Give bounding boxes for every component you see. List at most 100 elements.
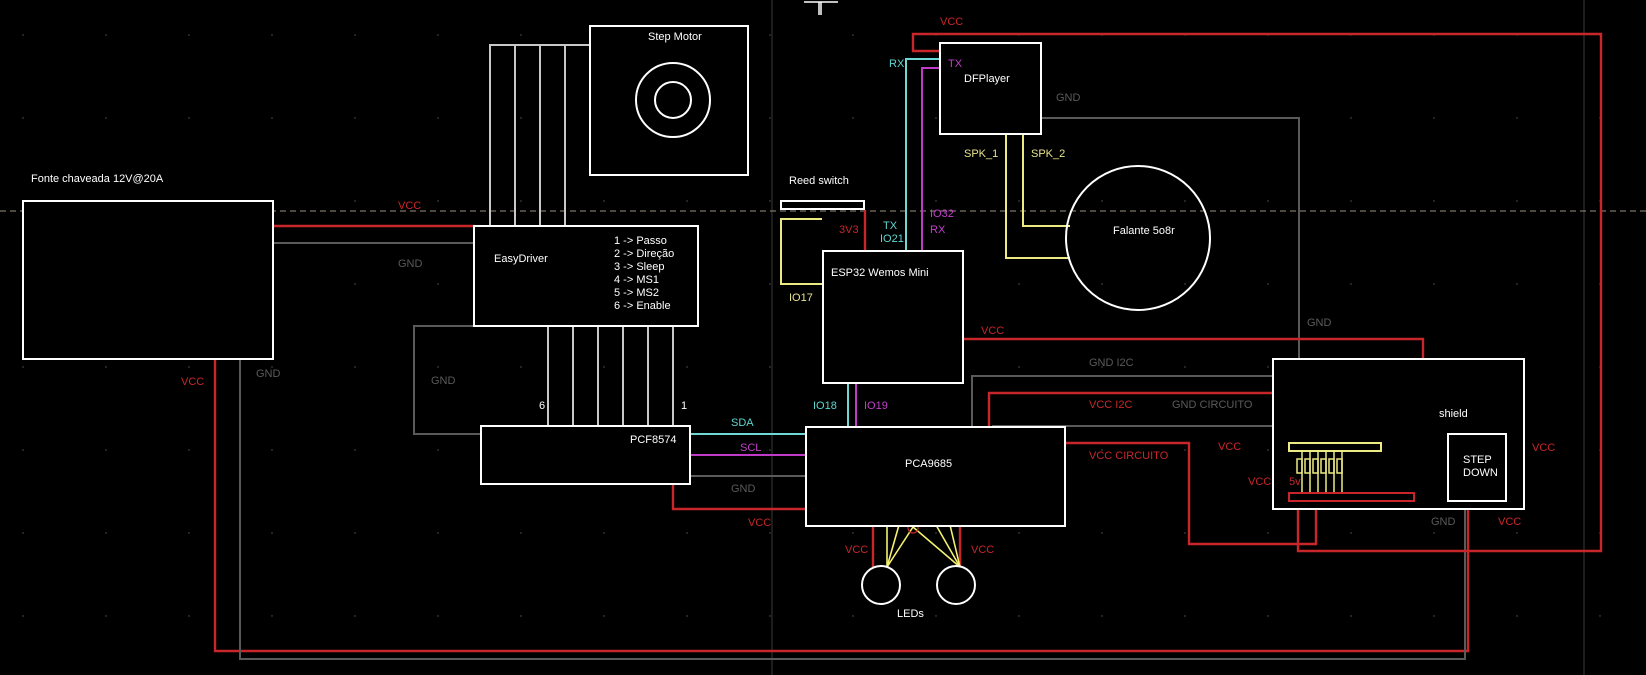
grid-dot [1018, 366, 1020, 368]
net-spk2: SPK_2 [1031, 148, 1065, 160]
pin-legend-6: 6 -> Enable [614, 300, 671, 312]
net-vcc-led2: VCC [971, 544, 994, 556]
grid-dot [105, 615, 107, 617]
net-tx-esp: TX [883, 220, 898, 232]
grid-dot [769, 117, 771, 119]
grid-dot [188, 532, 190, 534]
grid-dot [354, 34, 356, 36]
grid-dot [1101, 615, 1103, 617]
grid-dot [354, 366, 356, 368]
grid-dot [437, 283, 439, 285]
net-vcc-pcf-pca: VCC [748, 517, 771, 529]
reed-switch-box[interactable] [780, 200, 865, 210]
net-io21: IO21 [880, 233, 904, 245]
net-spk1: SPK_1 [964, 148, 998, 160]
grid-dot [354, 283, 356, 285]
grid-dot [1350, 200, 1352, 202]
net-vcc-shield-right: VCC [1532, 442, 1555, 454]
shield-5v-label: 5v [1289, 476, 1301, 488]
step-motor[interactable] [589, 25, 749, 176]
grid-dot [271, 449, 273, 451]
grid-dot [188, 449, 190, 451]
grid-dot [1433, 117, 1435, 119]
net-sda: SDA [731, 417, 754, 429]
grid-dot [354, 449, 356, 451]
grid-dot [22, 366, 24, 368]
grid-dot [769, 366, 771, 368]
pin-legend-1: 1 -> Passo [614, 235, 667, 247]
grid-dot [1101, 283, 1103, 285]
led-1[interactable] [861, 565, 901, 605]
grid-dot [603, 200, 605, 202]
grid-dot [188, 366, 190, 368]
grid-dot [686, 615, 688, 617]
step-motor-label: Step Motor [648, 31, 702, 43]
grid-dot [1184, 615, 1186, 617]
grid-dot [1599, 615, 1601, 617]
grid-dot [1350, 615, 1352, 617]
schematic-canvas: Fonte chaveada 12V@20A Step Motor EasyDr… [0, 0, 1646, 675]
grid-dot [1516, 117, 1518, 119]
net-vcc-led1: VCC [845, 544, 868, 556]
leds-label: LEDs [897, 608, 924, 620]
grid-dot [1018, 615, 1020, 617]
grid-dot [437, 117, 439, 119]
grid-dot [686, 366, 688, 368]
net-vcc-shield-2: VCC [1248, 476, 1271, 488]
grid-dot [188, 34, 190, 36]
dfplayer-label: DFPlayer [964, 73, 1010, 85]
pca9685-box[interactable] [805, 426, 1066, 527]
grid-dot [437, 34, 439, 36]
grid-dot [271, 34, 273, 36]
grid-dot [105, 449, 107, 451]
net-gnd-right: GND [1307, 317, 1332, 329]
grid-dot [1433, 283, 1435, 285]
net-gnd-circuito: GND CIRCUITO [1172, 399, 1253, 411]
grid-dot [188, 615, 190, 617]
grid-dot [1350, 532, 1352, 534]
grid-dot [1184, 366, 1186, 368]
grid-dot [105, 117, 107, 119]
led-2[interactable] [936, 565, 976, 605]
grid-dot [935, 117, 937, 119]
wire-reed-io17 [780, 218, 823, 285]
grid-dot [1101, 532, 1103, 534]
grid-dot [22, 449, 24, 451]
net-rx-dfplayer: RX [889, 58, 905, 70]
grid-dot [935, 200, 937, 202]
net-vcc-esp32: VCC [981, 325, 1004, 337]
grid-dot [769, 34, 771, 36]
grid-dot [1184, 449, 1186, 451]
grid-dot [1350, 283, 1352, 285]
grid-dot [1184, 200, 1186, 202]
grid-dot [437, 449, 439, 451]
grid-dot [520, 117, 522, 119]
net-io17: IO17 [789, 292, 813, 304]
grid-dot [769, 200, 771, 202]
grid-dot [769, 615, 771, 617]
grid-dot [852, 532, 854, 534]
grid-dot [22, 117, 24, 119]
net-vcc-psu: VCC [398, 200, 421, 212]
pcf8574-label: PCF8574 [630, 434, 676, 446]
dfplayer-box[interactable] [939, 42, 1042, 135]
pin-legend-5: 5 -> MS2 [614, 287, 659, 299]
grid-dot [105, 366, 107, 368]
step-down-label-1: STEP [1463, 454, 1492, 466]
grid-dot [603, 366, 605, 368]
net-rx-esp: RX [930, 224, 946, 236]
power-supply-box[interactable] [22, 200, 274, 360]
power-supply-label: Fonte chaveada 12V@20A [31, 173, 164, 185]
speaker-circle[interactable] [1065, 165, 1211, 311]
net-gnd-dfplayer: GND [1056, 92, 1081, 104]
grid-dot [271, 117, 273, 119]
net-gnd-psu: GND [398, 258, 423, 270]
grid-dot [852, 615, 854, 617]
esp32-label: ESP32 Wemos Mini [831, 267, 929, 279]
grid-dot [354, 200, 356, 202]
reed-switch-label: Reed switch [789, 175, 849, 187]
grid-dot [520, 615, 522, 617]
grid-dot [1184, 532, 1186, 534]
grid-dot [1516, 200, 1518, 202]
grid-dot [1267, 449, 1269, 451]
